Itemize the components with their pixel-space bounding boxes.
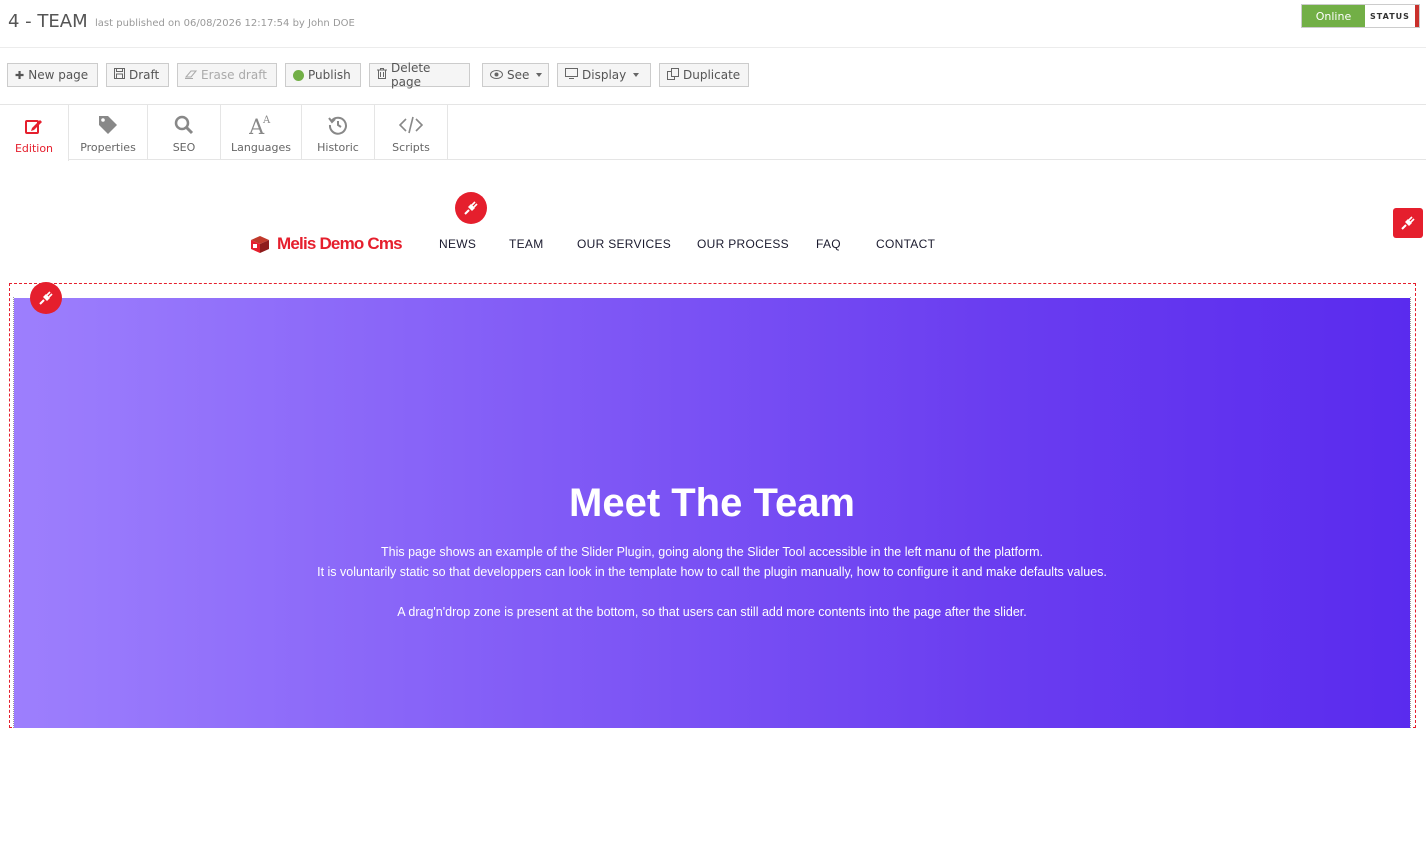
tag-icon <box>98 113 118 137</box>
tab-languages[interactable]: AA Languages <box>221 105 302 160</box>
tab-label: Languages <box>230 141 292 154</box>
nav-faq[interactable]: FAQ <box>816 237 841 251</box>
chevron-down-icon <box>536 73 543 77</box>
chevron-down-icon <box>633 73 640 77</box>
status-label: STATUS <box>1365 5 1419 27</box>
edit-icon <box>25 114 43 138</box>
desktop-icon <box>565 68 578 82</box>
status-toggle[interactable]: Online STATUS <box>1301 4 1420 28</box>
hero-slider[interactable]: Meet The Team This page shows an example… <box>14 298 1410 728</box>
copy-icon <box>667 67 679 83</box>
page-toolbar: ✚ New page Draft Erase draft Publish Del… <box>0 48 1426 105</box>
eye-icon <box>490 69 503 82</box>
publish-button[interactable]: Publish <box>285 63 361 87</box>
svg-text:A: A <box>262 115 271 126</box>
duplicate-button[interactable]: Duplicate <box>659 63 749 87</box>
tab-label: SEO <box>172 141 196 154</box>
tab-edition[interactable]: Edition <box>0 105 69 161</box>
publish-label: Publish <box>308 68 351 82</box>
nav-team[interactable]: TEAM <box>509 237 544 251</box>
page-plugin-handle[interactable] <box>1393 208 1423 238</box>
delete-page-label: Delete page <box>391 61 431 89</box>
page-tabs: Edition Properties SEO AA Languages Hist… <box>0 105 1426 161</box>
tab-properties[interactable]: Properties <box>69 105 148 160</box>
nav-contact[interactable]: CONTACT <box>876 237 935 251</box>
plug-icon <box>39 291 53 305</box>
code-icon <box>399 113 423 137</box>
new-page-button[interactable]: ✚ New page <box>7 63 98 87</box>
new-page-label: New page <box>28 68 89 82</box>
see-label: See <box>507 68 530 82</box>
slider-plugin-handle[interactable] <box>30 282 62 314</box>
trash-icon <box>377 68 387 82</box>
duplicate-label: Duplicate <box>683 68 741 82</box>
nav-our-services[interactable]: OUR SERVICES <box>577 237 671 251</box>
plug-icon <box>464 201 478 215</box>
font-size-icon: AA <box>249 113 273 137</box>
menu-plugin-handle[interactable] <box>455 192 487 224</box>
see-dropdown[interactable]: See <box>482 63 549 87</box>
page-header: 4 - TEAM last published on 06/08/2026 12… <box>0 0 1426 48</box>
history-icon <box>328 113 348 137</box>
plug-icon <box>1401 216 1415 230</box>
display-label: Display <box>582 68 627 82</box>
page-title: 4 - TEAM <box>8 11 88 32</box>
hero-description-line: A drag'n'drop zone is present at the bot… <box>397 605 1027 619</box>
logo-text: Melis Demo Cms <box>277 234 403 253</box>
status-value[interactable]: Online <box>1302 5 1365 27</box>
display-dropdown[interactable]: Display <box>557 63 651 87</box>
draft-label: Draft <box>129 68 160 82</box>
search-icon <box>174 113 194 137</box>
site-logo[interactable]: Melis Demo Cms <box>249 234 403 254</box>
delete-page-button[interactable]: Delete page <box>369 61 470 89</box>
hero-description-line: This page shows an example of the Slider… <box>381 545 1043 559</box>
erase-draft-label: Erase draft <box>201 68 267 82</box>
erase-draft-button[interactable]: Erase draft <box>177 63 277 87</box>
nav-our-process[interactable]: OUR PROCESS <box>697 237 789 251</box>
tab-scripts[interactable]: Scripts <box>375 105 448 160</box>
tab-label: Properties <box>80 141 136 154</box>
save-icon <box>114 68 125 82</box>
plus-icon: ✚ <box>15 68 25 82</box>
tab-label: Edition <box>14 142 54 155</box>
tab-historic[interactable]: Historic <box>302 105 375 160</box>
nav-news[interactable]: NEWS <box>439 237 476 251</box>
logo-icon <box>251 236 269 253</box>
publish-info: last published on 06/08/2026 12:17:54 by… <box>95 18 355 29</box>
eraser-icon <box>184 69 198 82</box>
tab-label: Scripts <box>392 141 430 154</box>
hero-description-line: It is voluntarily static so that develop… <box>317 565 1107 579</box>
tab-label: Historic <box>317 141 359 154</box>
tab-seo[interactable]: SEO <box>148 105 221 160</box>
hero-title: Meet The Team <box>569 481 855 525</box>
publish-dot-icon <box>293 69 304 81</box>
draft-button[interactable]: Draft <box>106 63 169 87</box>
